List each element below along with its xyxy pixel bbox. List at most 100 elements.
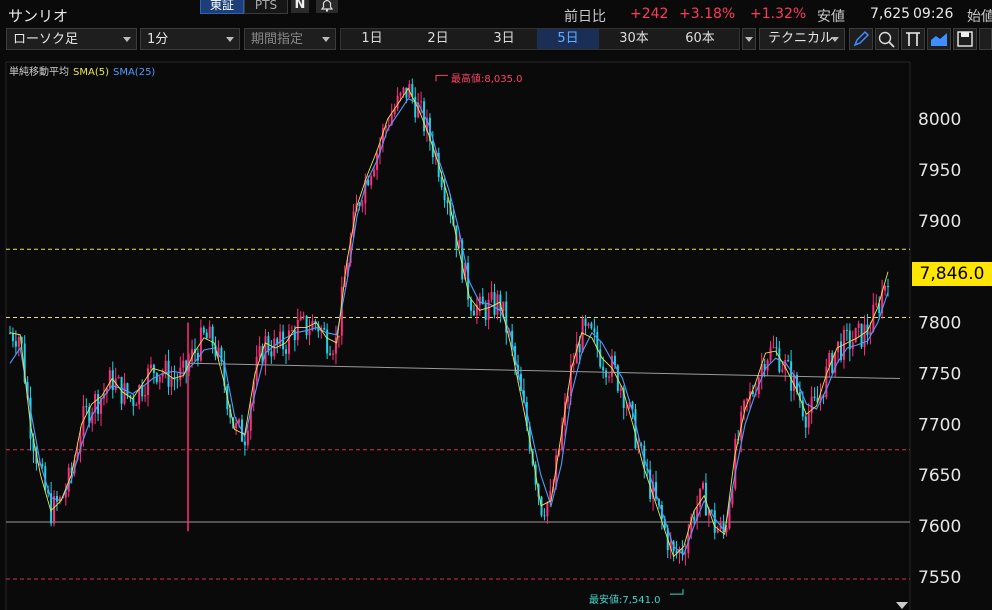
candle-body (246, 430, 249, 446)
candle-body (167, 360, 170, 387)
candle-body (472, 310, 475, 316)
chevron-down-icon (745, 37, 753, 42)
candle-body (825, 366, 828, 398)
chevron-down-icon (226, 37, 234, 42)
range-button-group: 1日 2日 3日 5日 30本 60本 (340, 28, 740, 50)
candle-body (587, 323, 590, 326)
chevron-down-icon (123, 37, 131, 42)
low-label: 安値 (817, 9, 845, 25)
price-change-pct-alt: +1.32% (750, 6, 807, 22)
candle-body (769, 347, 772, 361)
candle-body (235, 422, 238, 429)
candle-body (781, 369, 784, 372)
candle-body (323, 327, 326, 330)
candle-body (337, 335, 340, 338)
draw-pen-button[interactable] (849, 28, 873, 50)
exchange-tab-pts[interactable]: PTS (244, 0, 288, 14)
candle-body (857, 323, 860, 328)
range-5d-button[interactable]: 5日 (537, 29, 599, 49)
candle-body (285, 349, 288, 354)
candle-body (599, 349, 602, 367)
candle-body (396, 95, 399, 109)
chevron-down-icon (831, 37, 839, 42)
price-chart[interactable]: 7550760076507700775078007850790079508000 (0, 54, 992, 610)
range-60bars-button[interactable]: 60本 (669, 29, 731, 49)
current-price-tag: 7,846.0 (912, 262, 992, 286)
range-2d-button[interactable]: 2日 (407, 29, 469, 49)
legend-sma25: SMA(25) (112, 67, 156, 78)
candle-body (420, 101, 423, 103)
low-price-label: 最安値:7,541.0 (589, 595, 661, 606)
exchange-tab-tosho[interactable]: 東証 (200, 0, 244, 14)
candle-body (887, 286, 889, 288)
overflow-button[interactable] (979, 28, 992, 50)
candle-body (329, 353, 332, 355)
compare-button[interactable] (901, 28, 925, 50)
candle-body (373, 169, 376, 177)
candle-body (693, 516, 696, 521)
candle-body (487, 299, 490, 320)
y-tick-label: 7700 (918, 415, 961, 435)
candle-body (831, 352, 834, 373)
candle-body (402, 87, 405, 93)
candle-body (502, 301, 505, 312)
candle-body (443, 187, 446, 201)
y-tick-label: 7600 (918, 517, 961, 537)
range-3d-button[interactable]: 3日 (473, 29, 535, 49)
price-change: +242 (630, 6, 669, 22)
candle-body (11, 333, 14, 342)
candle-body (158, 376, 161, 383)
area-chart-icon (931, 33, 947, 46)
candle-body (584, 318, 587, 326)
candle-body (149, 364, 152, 369)
compare-icon (906, 32, 920, 46)
candle-body (144, 395, 147, 397)
news-icon[interactable]: N (291, 0, 309, 13)
price-change-pct: +3.18% (679, 6, 736, 22)
chart-style-button[interactable] (927, 28, 951, 50)
candle-body (264, 336, 267, 364)
y-tick-label: 7750 (918, 364, 961, 384)
candle-body (361, 203, 364, 207)
candle-body (848, 330, 851, 350)
candle-body (243, 441, 246, 446)
candle-body (546, 502, 549, 517)
candle-body (863, 324, 866, 347)
candle-body (238, 419, 241, 423)
pen-icon (853, 30, 870, 47)
candle-body (605, 370, 608, 378)
technical-button[interactable]: テクニカル (759, 28, 845, 50)
range-30bars-button[interactable]: 30本 (603, 29, 665, 49)
y-tick-label: 7900 (918, 212, 961, 232)
save-button[interactable] (953, 28, 977, 50)
candle-body (179, 367, 182, 380)
zoom-button[interactable] (875, 28, 899, 50)
candle-body (875, 303, 878, 305)
candle-body (608, 376, 611, 378)
legend-sma5: SMA(5) (73, 67, 109, 78)
y-tick-label: 7550 (918, 568, 961, 588)
range-dropdown-button[interactable] (742, 28, 756, 50)
candle-body (164, 360, 167, 374)
y-tick-label: 7650 (918, 466, 961, 486)
candle-body (414, 96, 417, 118)
candle-body (41, 463, 44, 467)
candle-body (290, 330, 293, 332)
interval-select[interactable]: 1分 (140, 28, 240, 50)
chart-type-select[interactable]: ローソク足 (6, 28, 137, 50)
candle-body (772, 347, 775, 349)
candle-body (713, 510, 716, 533)
candle-body (135, 404, 138, 406)
candle-body (593, 328, 596, 333)
candle-body (702, 482, 705, 489)
prev-day-label: 前日比 (564, 9, 606, 25)
candle-body (117, 376, 120, 379)
candle-body (543, 515, 546, 517)
open-label: 始値 (967, 9, 992, 25)
alert-bell-icon[interactable] (316, 0, 338, 13)
candle-body (126, 383, 129, 396)
candle-body (155, 372, 158, 383)
chevron-down-icon (322, 37, 330, 42)
period-select[interactable]: 期間指定 (244, 28, 336, 50)
range-1d-button[interactable]: 1日 (341, 29, 403, 49)
